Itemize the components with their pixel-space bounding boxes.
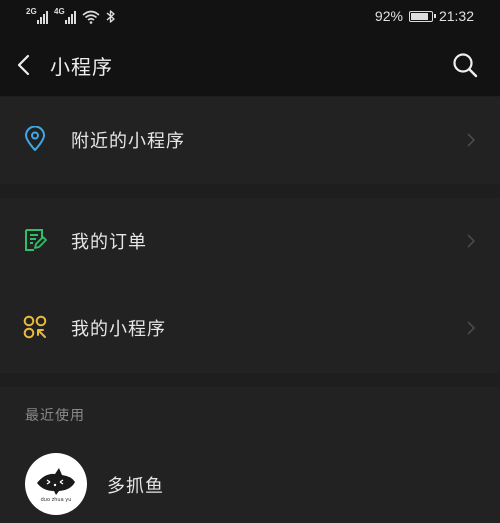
status-bar: 2G 4G 92% 21:32 xyxy=(0,0,500,34)
order-list-icon xyxy=(25,229,47,251)
menu-item-label: 附近的小程序 xyxy=(71,131,185,152)
status-right: 92% 21:32 xyxy=(375,8,474,24)
mini-program-grid-icon xyxy=(23,315,47,339)
fish-logo-icon: duo zhua yu xyxy=(25,453,87,515)
location-pin-icon xyxy=(25,126,45,151)
clock: 21:32 xyxy=(438,8,474,24)
network-type-2: 4G xyxy=(54,7,65,16)
menu-item-orders[interactable]: 我的订单 xyxy=(0,198,500,285)
chevron-right-icon xyxy=(467,234,476,248)
battery-icon xyxy=(408,10,436,22)
signal-icon: 4G xyxy=(54,7,76,24)
app-header: 小程序 xyxy=(0,34,500,96)
chevron-left-icon[interactable] xyxy=(14,53,36,77)
recent-title: 最近使用 xyxy=(25,408,85,424)
recent-section: 最近使用 duo zhua yu 多抓鱼 xyxy=(0,387,500,523)
chevron-right-icon xyxy=(467,321,476,335)
menu-item-nearby[interactable]: 附近的小程序 xyxy=(0,97,500,184)
search-icon[interactable] xyxy=(452,52,478,78)
nearby-group: 附近的小程序 xyxy=(0,97,500,184)
logo-text: duo zhua yu xyxy=(40,497,72,503)
recent-item[interactable]: duo zhua yu 多抓鱼 xyxy=(0,440,500,516)
menu-item-label: 我的订单 xyxy=(71,232,147,253)
my-group: 我的订单 我的小程序 xyxy=(0,198,500,373)
battery-percentage: 92% xyxy=(374,8,403,24)
bluetooth-icon xyxy=(106,10,115,23)
network-type-1: 2G xyxy=(26,7,37,16)
chevron-right-icon xyxy=(467,133,476,147)
wifi-icon xyxy=(82,10,100,24)
signal-icon: 2G xyxy=(26,7,48,24)
menu-item-my-programs[interactable]: 我的小程序 xyxy=(0,285,500,372)
page-title: 小程序 xyxy=(50,55,113,79)
network-indicators: 2G 4G xyxy=(26,7,116,24)
menu-item-label: 我的小程序 xyxy=(71,319,166,340)
recent-item-name: 多抓鱼 xyxy=(107,476,164,497)
